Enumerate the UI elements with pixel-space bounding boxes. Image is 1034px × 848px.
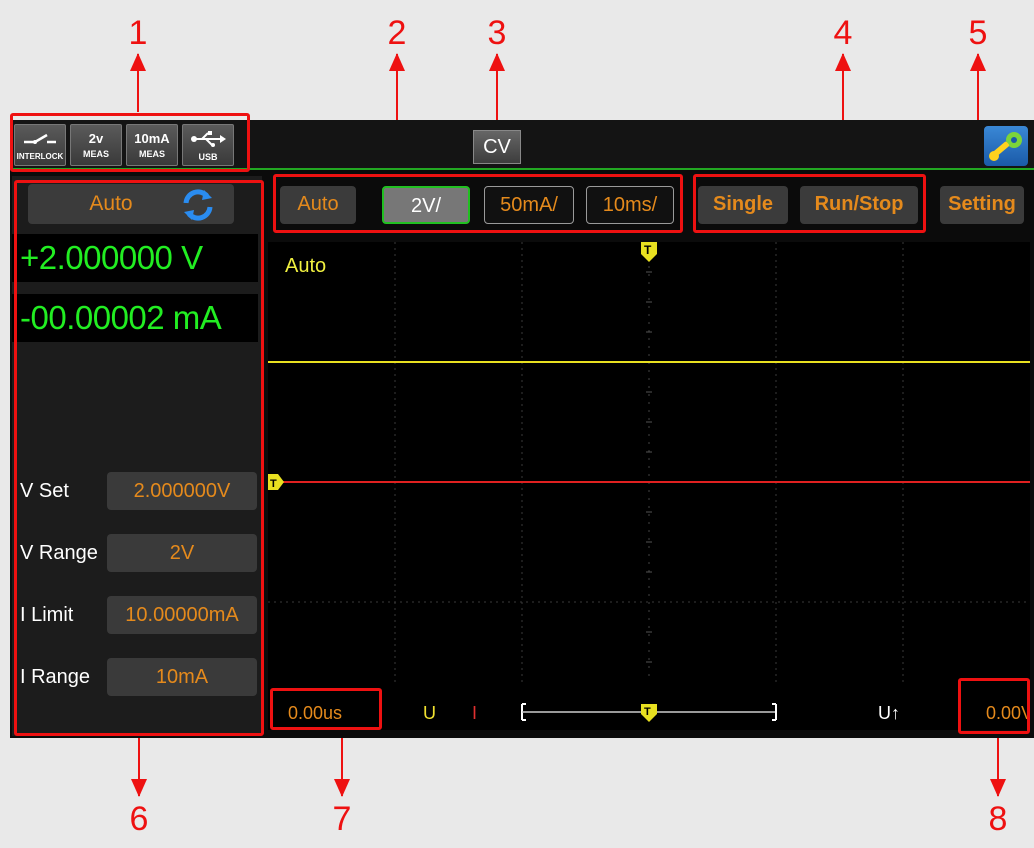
callout-3-arrow: [489, 53, 505, 122]
callout-3: 3: [487, 14, 507, 52]
scope-mode-label: Auto: [285, 255, 326, 277]
wrench-gear-glyph-icon: [989, 132, 1022, 161]
current-meas-icon[interactable]: 10mA MEAS: [126, 124, 178, 166]
callout-5: 5: [968, 14, 988, 52]
settings-wrench-gear-icon[interactable]: [984, 126, 1028, 166]
i-limit-label: I Limit: [20, 604, 74, 626]
setting-button[interactable]: Setting: [940, 186, 1024, 224]
current-meas-label: MEAS: [138, 149, 165, 159]
top-status-bar: INTERLOCK 2v MEAS 10mA MEAS USB CV: [10, 120, 1034, 170]
time-per-div-button[interactable]: 10ms/: [586, 186, 674, 224]
channel-i-label[interactable]: I: [472, 703, 477, 723]
interlock-label: INTERLOCK: [16, 152, 64, 161]
trigger-position-marker-label: T: [644, 243, 652, 257]
callout-7: 7: [332, 800, 352, 838]
amps-per-div-button[interactable]: 50mA/: [484, 186, 574, 224]
device-screen: INTERLOCK 2v MEAS 10mA MEAS USB CV Auto …: [10, 120, 1034, 738]
i-limit-field[interactable]: 10.00000mA: [107, 596, 257, 634]
v-set-label: V Set: [20, 480, 69, 502]
auto-scale-button[interactable]: Auto: [280, 186, 356, 224]
channel-u-label[interactable]: U: [423, 703, 436, 723]
trigger-level-value[interactable]: 0.00V: [986, 703, 1030, 723]
v-range-field[interactable]: 2V: [107, 534, 257, 572]
run-stop-button[interactable]: Run/Stop: [800, 186, 918, 224]
usb-glyph-icon: [191, 131, 226, 147]
callout-2: 2: [387, 14, 407, 52]
callout-6-arrow: [131, 734, 147, 797]
volts-per-div-button[interactable]: 2V/: [382, 186, 470, 224]
i-range-label: I Range: [20, 666, 91, 688]
callout-8: 8: [988, 800, 1008, 838]
usb-label: USB: [198, 152, 218, 162]
usb-icon[interactable]: USB: [182, 124, 234, 166]
refresh-icon[interactable]: [180, 188, 216, 222]
left-measurement-panel: Auto +2.000000 V -00.00002 mA V Set 2.00…: [12, 176, 262, 736]
callout-1: 1: [128, 14, 148, 52]
voltage-meas-value: 2v: [88, 131, 104, 146]
trigger-level-marker-label: T: [270, 478, 277, 490]
callout-7-arrow: [334, 730, 350, 797]
v-range-label: V Range: [20, 542, 98, 564]
voltage-meas-icon[interactable]: 2v MEAS: [70, 124, 122, 166]
callout-4: 4: [833, 14, 853, 52]
single-button[interactable]: Single: [698, 186, 788, 224]
interlock-switch-icon[interactable]: INTERLOCK: [14, 124, 66, 166]
time-offset-value[interactable]: 0.00us: [288, 703, 342, 723]
callout-6: 6: [129, 800, 149, 838]
i-range-field[interactable]: 10mA: [107, 658, 257, 696]
switch-glyph-icon: [24, 133, 56, 144]
current-readout: -00.00002 mA: [12, 294, 258, 342]
scope-waveform-area[interactable]: T T Auto 0.00us U I T U↑ 0.00V: [268, 242, 1030, 730]
memory-position-marker-label: T: [644, 706, 651, 718]
voltage-readout: +2.000000 V: [12, 234, 258, 282]
voltage-meas-label: MEAS: [82, 149, 109, 159]
cv-mode-badge: CV: [473, 130, 521, 164]
current-meas-value: 10mA: [134, 131, 170, 146]
trigger-source-label[interactable]: U↑: [878, 703, 900, 723]
callout-1-arrow: [130, 53, 146, 112]
callout-8-arrow: [990, 734, 1006, 797]
v-set-field[interactable]: 2.000000V: [107, 472, 257, 510]
range-mode-label: Auto: [89, 192, 133, 215]
